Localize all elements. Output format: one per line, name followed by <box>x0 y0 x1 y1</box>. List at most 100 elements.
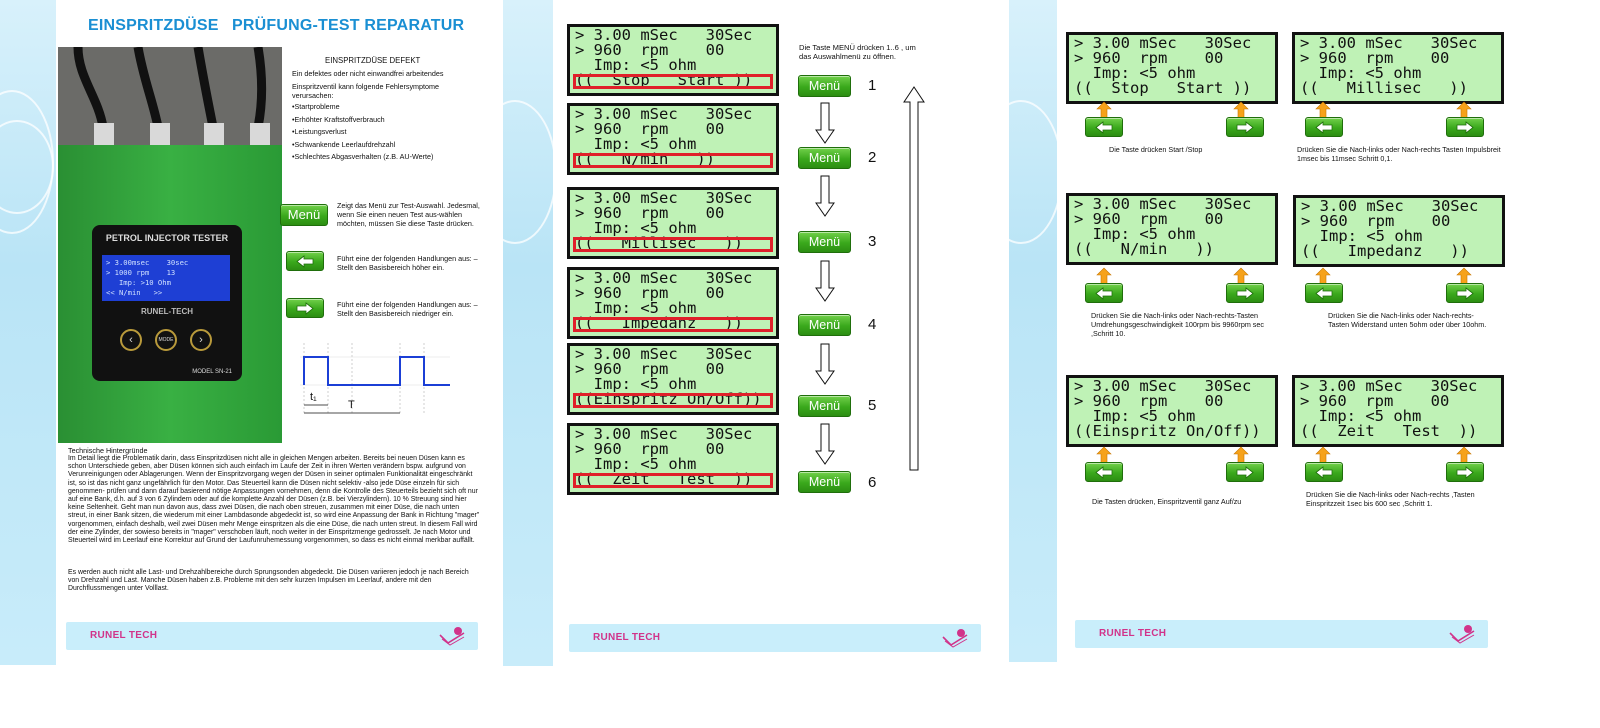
panel-caption: Drücken Sie die Nach-links oder Nach-rec… <box>1328 311 1487 329</box>
lcd-line-2: > 960 rpm 00 <box>575 43 725 58</box>
arrow-left-icon <box>1095 287 1113 300</box>
lcd-line-4: (( Impedanz )) <box>1301 244 1469 259</box>
cables-illustration <box>58 47 282 157</box>
lcd-line-3: Imp: <5 ohm <box>575 137 697 152</box>
lcd-line-2: > 960 rpm 00 <box>575 206 725 221</box>
manual-page-1: EINSPRITZDÜSE PRÜFUNG-TEST REPARATUR PET… <box>0 0 492 665</box>
arrow-left-icon <box>1315 466 1333 479</box>
device-screen-line: << N/min >> <box>106 288 163 297</box>
lcd-line-1: > 3.00 mSec 30Sec <box>575 427 753 442</box>
left-arrow-button[interactable] <box>1305 462 1343 482</box>
lcd-line-3: Imp: <5 ohm <box>575 457 697 472</box>
device-mode-knob[interactable]: MODE <box>155 329 177 351</box>
defect-item: •Startprobleme <box>292 102 340 111</box>
left-arrow-button[interactable] <box>286 251 324 271</box>
left-arrow-button[interactable] <box>1085 462 1123 482</box>
lcd-line-2: > 960 rpm 00 <box>1074 51 1224 66</box>
right-arrow-button[interactable] <box>286 298 324 318</box>
page-side-decoration <box>0 0 56 665</box>
left-arrow-button[interactable] <box>1085 117 1123 137</box>
defect-item: •Schwankende Leerlaufdrehzahl <box>292 140 396 149</box>
menu-button-5[interactable]: Menü <box>798 395 851 417</box>
lcd-line-3: Imp: <5 ohm <box>1074 409 1196 424</box>
lcd-line-2: > 960 rpm 00 <box>575 442 725 457</box>
background-paragraph: Es werden auch nicht alle Last- und Dreh… <box>68 569 469 593</box>
down-arrow-icon <box>815 175 835 217</box>
lcd-line-1: > 3.00 mSec 30Sec <box>575 191 753 206</box>
right-arrow-button[interactable] <box>1446 117 1484 137</box>
lcd-highlight-box <box>573 74 773 89</box>
menu-button-6[interactable]: Menü <box>798 471 851 493</box>
menu-button-3[interactable]: Menü <box>798 231 851 253</box>
defect-item: •Leistungsverlust <box>292 127 347 136</box>
menu-instruction: Die Taste MENÜ drücken 1..6 , um das Aus… <box>799 43 916 61</box>
device-model: MODEL SN-21 <box>192 369 232 375</box>
lcd-panel-einspritz: > 3.00 mSec 30Sec > 960 rpm 00 Imp: <5 o… <box>1066 375 1278 447</box>
brand-logo-icon <box>942 629 968 648</box>
lcd-panel-start-stop: > 3.00 mSec 30Sec > 960 rpm 00 Imp: <5 o… <box>1066 32 1278 104</box>
device-title: PETROL INJECTOR TESTER <box>105 233 229 243</box>
defect-item: •Schlechtes Abgasverhalten (z.B. AU-Wert… <box>292 152 434 161</box>
lcd-line-3: Imp: <5 ohm <box>575 221 697 236</box>
defect-symptoms-intro: Einspritzventil kann folgende Fehlersymp… <box>292 82 440 100</box>
page-title-right: PRÜFUNG-TEST REPARATUR <box>232 17 465 34</box>
device-left-knob[interactable]: ‹ <box>120 329 142 351</box>
lcd-line-1: > 3.00 mSec 30Sec <box>1300 379 1478 394</box>
menu-button[interactable]: Menü <box>280 204 328 226</box>
right-arrow-button[interactable] <box>1446 462 1484 482</box>
down-arrow-icon <box>815 260 835 302</box>
manual-page-3: > 3.00 mSec 30Sec > 960 rpm 00 Imp: <5 o… <box>1009 0 1507 662</box>
lcd-panel-zeit-test: > 3.00 mSec 30Sec > 960 rpm 00 Imp: <5 o… <box>1292 375 1504 447</box>
pulse-t1-label: t₁ <box>310 391 317 403</box>
footer-brand: RUNEL TECH <box>1099 628 1167 639</box>
lcd-line-3: Imp: <5 ohm <box>1074 66 1196 81</box>
menu-button-2[interactable]: Menü <box>798 147 851 169</box>
lcd-highlight-box <box>573 153 773 168</box>
lcd-menu-2: > 3.00 mSec 30Sec > 960 rpm 00 Imp: <5 o… <box>567 103 779 175</box>
menu-button-4[interactable]: Menü <box>798 314 851 336</box>
lcd-line-2: > 960 rpm 00 <box>1074 212 1224 227</box>
lcd-line-4: (( Zeit Test )) <box>1300 424 1478 439</box>
device-screen-line: Imp: >10 Ohm <box>106 278 171 287</box>
long-up-arrow-icon <box>903 86 925 471</box>
menu-number: 5 <box>868 397 877 414</box>
lcd-line-2: > 960 rpm 00 <box>575 286 725 301</box>
down-arrow-icon <box>815 102 835 144</box>
lcd-highlight-box <box>573 393 773 408</box>
lcd-line-1: > 3.00 mSec 30Sec <box>1074 197 1252 212</box>
right-arrow-button[interactable] <box>1226 117 1264 137</box>
menu-button-1[interactable]: Menü <box>798 75 851 97</box>
arrow-left-icon <box>1315 287 1333 300</box>
background-paragraph: Im Detail liegt die Problematik darin, d… <box>68 455 480 545</box>
right-arrow-button[interactable] <box>1446 283 1484 303</box>
lcd-menu-6: > 3.00 mSec 30Sec > 960 rpm 00 Imp: <5 o… <box>567 423 779 495</box>
page-side-decoration <box>1009 0 1063 662</box>
arrow-right-icon <box>1236 466 1254 479</box>
lcd-line-1: > 3.00 mSec 30Sec <box>1300 36 1478 51</box>
lcd-line-4: ((Einspritz On/Off)) <box>1074 424 1261 439</box>
menu-number: 6 <box>868 474 877 491</box>
lcd-highlight-box <box>573 473 773 488</box>
device-right-knob[interactable]: › <box>190 329 212 351</box>
lcd-line-3: Imp: <5 ohm <box>575 58 697 73</box>
arrow-right-icon <box>1456 121 1474 134</box>
right-arrow-button[interactable] <box>1226 283 1264 303</box>
page-footer: RUNEL TECH <box>569 624 981 652</box>
defect-item: •Erhöhter Kraftstoffverbrauch <box>292 115 385 124</box>
lcd-line-2: > 960 rpm 00 <box>575 362 725 377</box>
lcd-line-4: (( Millisec )) <box>1300 81 1468 96</box>
lcd-line-1: > 3.00 mSec 30Sec <box>575 107 753 122</box>
left-arrow-button[interactable] <box>1085 283 1123 303</box>
arrow-left-icon <box>296 255 314 268</box>
lcd-line-3: Imp: <5 ohm <box>1300 409 1422 424</box>
pulse-waveform <box>300 343 450 415</box>
manual-page-2: > 3.00 mSec 30Sec > 960 rpm 00 Imp: <5 o… <box>503 0 995 666</box>
right-arrow-button[interactable] <box>1226 462 1264 482</box>
menu-number: 2 <box>868 149 877 166</box>
footer-brand: RUNEL TECH <box>593 632 661 643</box>
left-arrow-button[interactable] <box>1305 117 1343 137</box>
menu-description: Zeigt das Menü zur Test-Auswahl. Jedesma… <box>337 201 480 228</box>
lcd-line-1: > 3.00 mSec 30Sec <box>1074 36 1252 51</box>
arrow-left-icon <box>1095 121 1113 134</box>
left-arrow-button[interactable] <box>1305 283 1343 303</box>
